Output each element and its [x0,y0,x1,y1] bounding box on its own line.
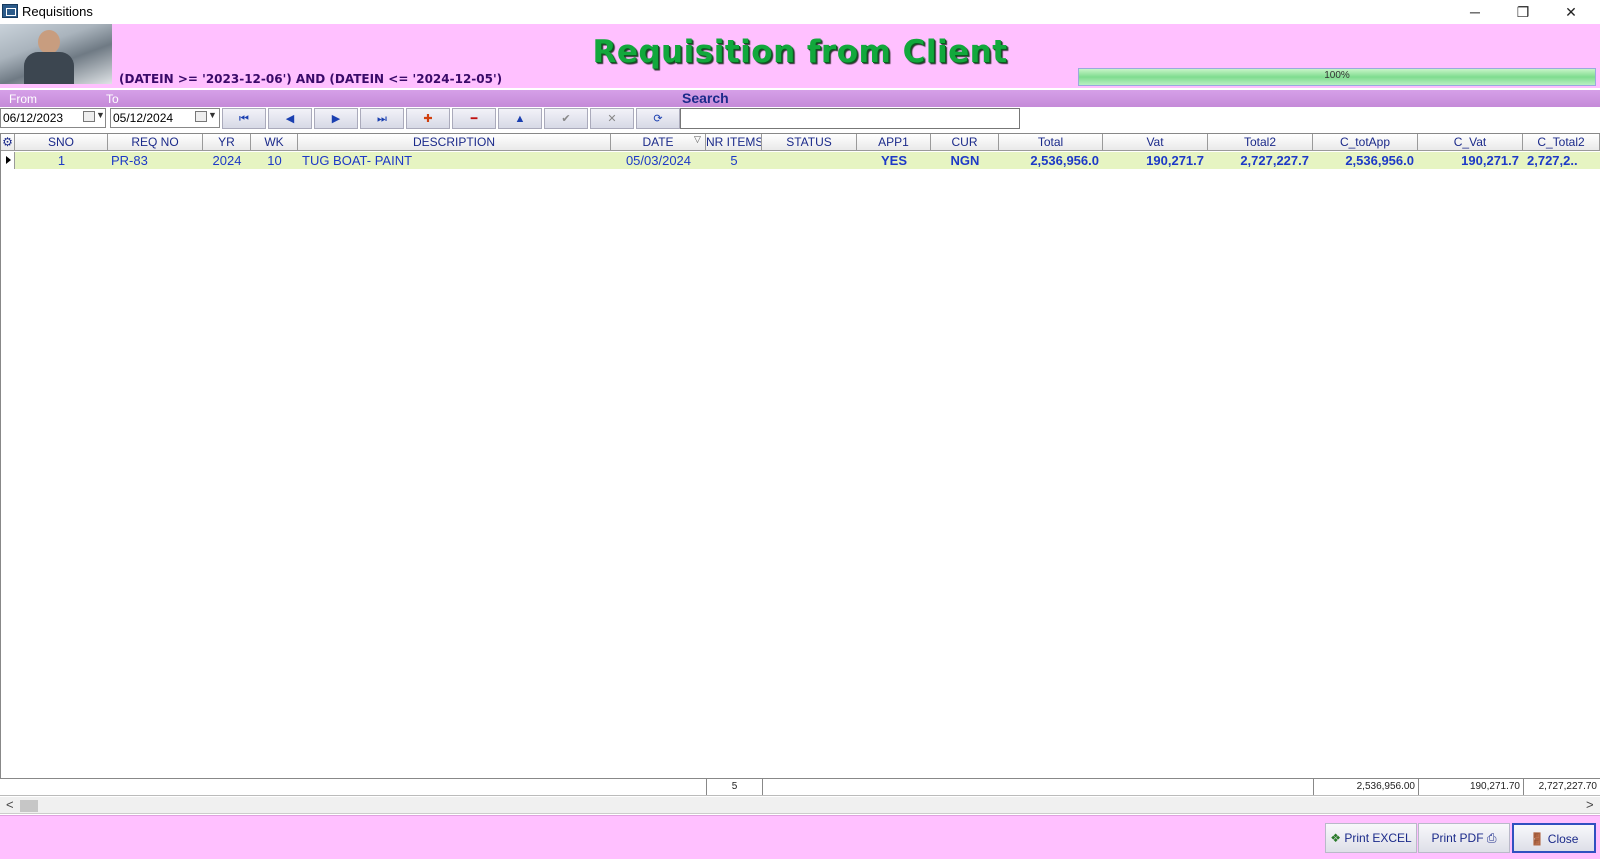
horizontal-scrollbar[interactable] [0,797,1600,814]
column-header-nr-items[interactable]: NR ITEMS [706,134,762,151]
close-button[interactable]: 🚪 Close [1512,823,1596,853]
nav-last-button[interactable]: ⏭ [360,108,404,129]
cell-req-no[interactable]: PR-83 [108,152,203,169]
cell-date[interactable]: 05/03/2024 [611,152,706,169]
restore-button[interactable]: ❐ [1500,0,1546,24]
column-header-status[interactable]: STATUS [762,134,857,151]
app-icon [2,4,18,18]
column-header-description[interactable]: DESCRIPTION [298,134,611,151]
nav-post-button[interactable]: ✔ [544,108,588,129]
print-excel-button[interactable]: ❖ Print EXCEL [1325,823,1417,853]
total-c-totapp: 2,536,956.00 [1313,779,1418,795]
close-window-button[interactable]: ✕ [1548,0,1594,24]
cell-status[interactable] [762,152,857,169]
printer-icon: ⎙ [1486,831,1497,845]
filter-text: (DATEIN >= '2023-12-06') AND (DATEIN <= … [119,72,503,86]
calendar-icon[interactable] [195,111,207,122]
cell-vat[interactable]: 190,271.7 [1103,152,1208,169]
print-excel-label: Print EXCEL [1344,831,1412,845]
column-header-req-no[interactable]: REQ NO [108,134,203,151]
row-indicator-icon [1,152,15,169]
minimize-button[interactable]: ─ [1452,0,1498,24]
requisition-grid [0,133,1600,783]
column-header-c-vat[interactable]: C_Vat [1418,134,1523,151]
search-strip [0,90,1600,107]
nav-cancel-button[interactable]: ✕ [590,108,634,129]
nav-edit-button[interactable]: ▲ [498,108,542,129]
to-label: To [106,92,119,106]
nav-refresh-button[interactable]: ⟳ [636,108,680,129]
print-pdf-button[interactable]: Print PDF ⎙ [1418,823,1510,853]
calendar-icon[interactable] [83,111,95,122]
cell-c-totapp[interactable]: 2,536,956.0 [1313,152,1418,169]
print-pdf-label: Print PDF [1431,831,1484,845]
column-header-vat[interactable]: Vat [1103,134,1208,151]
window-title: Requisitions [22,4,93,19]
column-header-total2[interactable]: Total2 [1208,134,1313,151]
grid-options-icon[interactable]: ⚙ [1,134,15,151]
cell-nr-items[interactable]: 5 [706,152,762,169]
scrollbar-thumb[interactable] [20,800,38,812]
cell-c-vat[interactable]: 190,271.7 [1418,152,1523,169]
column-header-c-totapp[interactable]: C_totApp [1313,134,1418,151]
page-title: Requisition from Client [592,34,1008,70]
door-icon: 🚪 [1529,832,1545,846]
cell-c-total2[interactable]: 2,727,2.. [1523,152,1600,169]
column-header-total[interactable]: Total [999,134,1103,151]
column-header-sno[interactable]: SNO [15,134,108,151]
nav-insert-button[interactable]: ✚ [406,108,450,129]
sort-icon: ▽ [694,134,701,144]
cell-yr[interactable]: 2024 [203,152,251,169]
total-c-vat: 190,271.70 [1418,779,1523,795]
total-c-total2: 2,727,227.70 [1523,779,1600,795]
nav-first-button[interactable]: ⏮ [222,108,266,129]
close-label: Close [1547,832,1579,846]
column-header-app1[interactable]: APP1 [857,134,931,151]
total-spacer [762,779,1313,795]
progress-bar: 100% [1078,68,1596,86]
nav-delete-button[interactable]: ━ [452,108,496,129]
chevron-down-icon[interactable]: ▼ [208,110,217,120]
excel-icon: ❖ [1330,831,1342,845]
cell-sno[interactable]: 1 [15,152,108,169]
cell-wk[interactable]: 10 [251,152,298,169]
title-bar [0,0,1600,24]
scroll-right-arrow-icon[interactable]: > [1586,797,1594,812]
progress-label: 100% [1324,70,1350,81]
column-header-wk[interactable]: WK [251,134,298,151]
search-input[interactable] [680,108,1020,129]
nav-prior-button[interactable]: ◀ [268,108,312,129]
column-header-c-total2[interactable]: C_Total2 [1523,134,1600,151]
cell-cur[interactable]: NGN [931,152,999,169]
nav-next-button[interactable]: ▶ [314,108,358,129]
column-header-yr[interactable]: YR [203,134,251,151]
chevron-down-icon[interactable]: ▼ [96,110,105,120]
cell-description[interactable]: TUG BOAT- PAINT [298,152,611,169]
column-header-date[interactable]: DATE [611,134,706,151]
column-header-cur[interactable]: CUR [931,134,999,151]
total-nr-items: 5 [706,779,762,795]
cell-total2[interactable]: 2,727,227.7 [1208,152,1313,169]
cell-app1[interactable]: YES [857,152,931,169]
search-label: Search [682,90,729,106]
cell-total[interactable]: 2,536,956.0 [999,152,1103,169]
scroll-left-arrow-icon[interactable]: < [6,797,14,812]
from-label: From [9,92,37,106]
header-photo [0,24,112,84]
